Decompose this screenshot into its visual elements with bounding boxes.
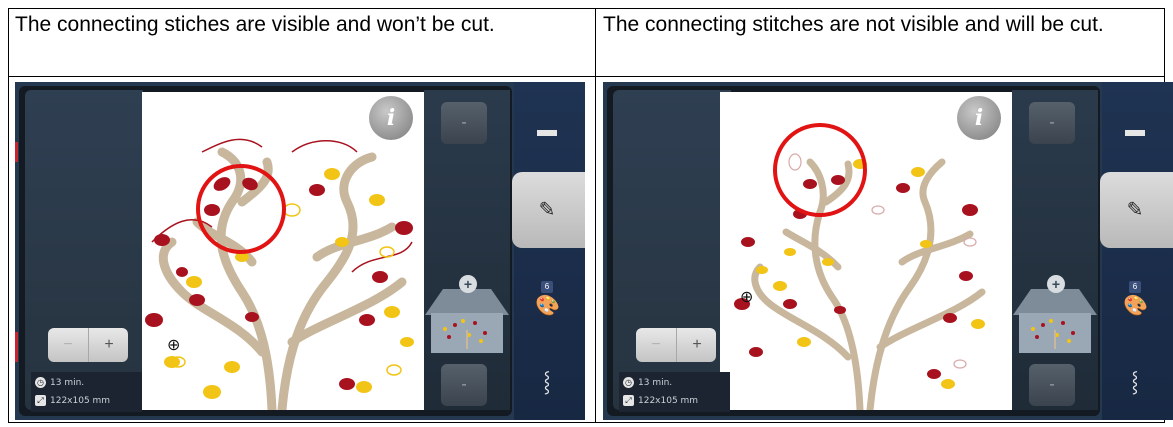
comparison-table: The connecting stiches are visible and w… [8,8,1173,423]
info-button[interactable]: i [369,96,413,140]
right-caption: The connecting stitches are not visible … [603,13,1104,36]
design-size-row: ⤢ 122x105 mm [623,394,698,408]
resize-icon: ⤢ [35,395,46,406]
stitch-time: 13 min. [638,378,673,388]
zoom-controls: − + [636,328,716,362]
pencil-icon[interactable]: ✎ [1123,200,1147,220]
stitch-time-row: ◷ 13 min. [35,376,84,390]
color-count-badge: 6 [541,281,553,293]
stitch-time-row: ◷ 13 min. [623,376,672,390]
folder-icon[interactable]: ▬ [535,120,559,140]
zoom-out-icon[interactable]: − [636,328,676,362]
color-count-badge: 6 [1129,281,1141,293]
info-button[interactable]: i [957,96,1001,140]
left-panel [613,90,731,410]
highlight-circle [196,164,286,254]
needle-icon[interactable]: ⸾ [1123,372,1147,392]
clock-icon: ◷ [623,377,634,388]
zoom-in-icon[interactable]: + [676,328,717,362]
resize-icon: ⤢ [623,395,634,406]
edge-mark [15,142,18,162]
design-size: 122x105 mm [638,396,699,406]
left-caption: The connecting stiches are visible and w… [15,13,495,36]
design-size: 122x105 mm [50,396,111,406]
design-preview[interactable]: + [425,275,509,355]
add-button[interactable]: + [459,275,477,293]
zoom-in-icon[interactable]: + [88,328,129,362]
left-panel [25,90,143,410]
crosshair-icon: ⊕ [167,337,181,354]
folder-icon[interactable]: ▬ [1123,120,1147,140]
scroll-down-button[interactable]: - [441,364,487,406]
needle-icon[interactable]: ⸾ [535,372,559,392]
highlight-circle [773,123,867,217]
pencil-icon[interactable]: ✎ [535,200,559,220]
right-embroidery-screen: ⊕ i - - + − + ◷ 13 min. ⤢ 122x105 mm ▬ ✎… [603,82,1173,420]
clock-icon: ◷ [35,377,46,388]
status-panel: ◷ 13 min. ⤢ 122x105 mm [31,372,142,412]
left-embroidery-screen: ⊕ i - - + − + ◷ 13 min. ⤢ 122x105 mm ▬ ✎… [15,82,585,420]
zoom-out-icon[interactable]: − [48,328,88,362]
stitch-time: 13 min. [50,378,85,388]
palette-icon[interactable]: 🎨 [1123,296,1148,316]
tree-design [145,138,414,410]
zoom-controls: − + [48,328,128,362]
scroll-up-button[interactable]: - [1029,102,1075,144]
design-size-row: ⤢ 122x105 mm [35,394,110,408]
design-preview[interactable]: + [1013,275,1097,355]
design-canvas[interactable] [720,92,1012,410]
crosshair-icon: ⊕ [740,289,754,306]
scroll-up-button[interactable]: - [441,102,487,144]
edge-mark [15,332,18,362]
tree-design [734,153,986,410]
status-panel: ◷ 13 min. ⤢ 122x105 mm [619,372,730,412]
table-divider-vertical [595,9,596,422]
table-divider-horizontal [9,76,1164,77]
scroll-down-button[interactable]: - [1029,364,1075,406]
palette-icon[interactable]: 🎨 [535,296,560,316]
design-canvas[interactable] [142,92,424,410]
add-button[interactable]: + [1047,275,1065,293]
